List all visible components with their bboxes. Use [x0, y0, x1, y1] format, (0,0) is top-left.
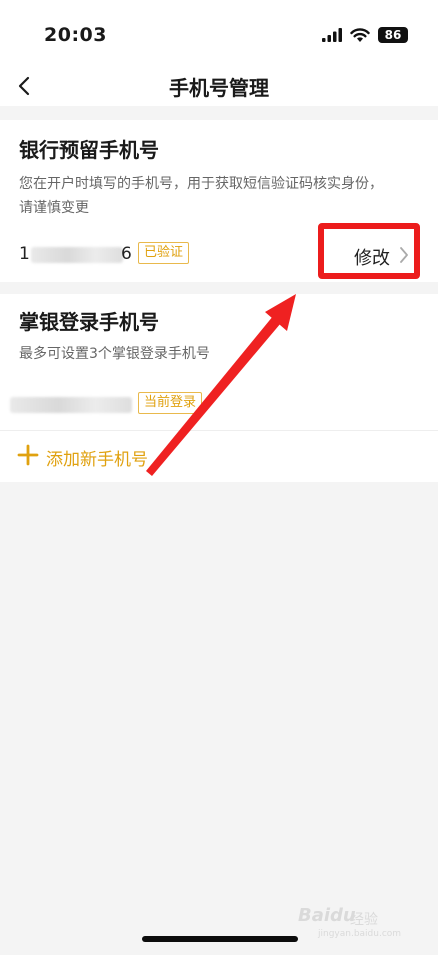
baidu-watermark: Baidu 经验 jingyan.baidu.com	[298, 903, 408, 945]
add-phone-button[interactable]: 添加新手机号	[0, 432, 438, 482]
wifi-icon	[350, 27, 370, 42]
page-title: 手机号管理	[169, 76, 269, 100]
signal-icon	[322, 28, 342, 42]
bank-phone-number-last: 6	[121, 244, 132, 264]
current-login-badge: 当前登录	[138, 392, 203, 414]
bank-phone-number-first: 1	[19, 244, 30, 264]
login-phone-desc: 最多可设置3个掌银登录手机号	[19, 346, 210, 362]
bank-phone-desc-line1: 您在开户时填写的手机号，用于获取短信验证码核实身份，	[19, 176, 383, 192]
status-time: 20:03	[44, 24, 107, 46]
divider	[0, 430, 438, 431]
bank-phone-desc-line2: 请谨慎变更	[19, 200, 89, 216]
nav-bar: 手机号管理	[0, 64, 438, 106]
watermark-brand: Baidu	[298, 905, 356, 926]
home-indicator	[142, 936, 298, 942]
modify-label: 修改	[354, 248, 390, 269]
login-phone-title: 掌银登录手机号	[19, 310, 159, 334]
bank-phone-title: 银行预留手机号	[19, 138, 159, 162]
battery-icon: 86	[378, 27, 408, 43]
plus-icon	[17, 444, 39, 466]
bank-phone-number-masked	[31, 247, 123, 263]
watermark-url: jingyan.baidu.com	[318, 929, 402, 939]
login-phone-number-masked	[10, 397, 132, 413]
status-icons: 86	[322, 26, 408, 44]
add-phone-label: 添加新手机号	[46, 450, 148, 470]
chevron-right-icon	[400, 247, 408, 263]
status-bar: 20:03 86	[0, 0, 438, 64]
watermark-sub: 经验	[350, 912, 378, 928]
verified-badge: 已验证	[138, 242, 190, 264]
